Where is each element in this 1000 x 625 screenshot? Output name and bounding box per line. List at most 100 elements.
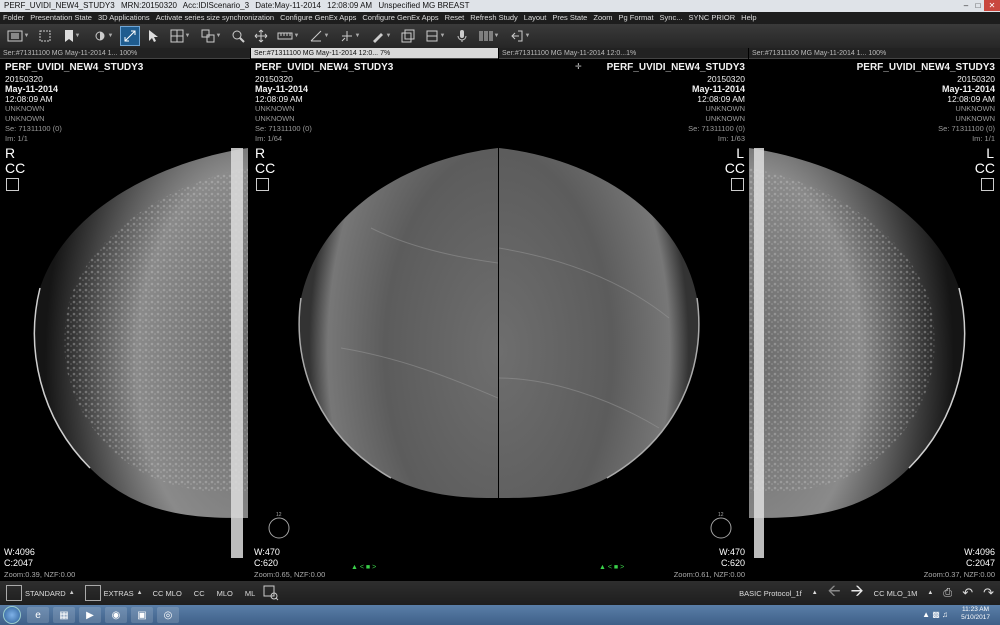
menu-presentation-state[interactable]: Presentation State <box>30 12 92 24</box>
zoom-readout: Zoom:0.39, NZF:0.00 <box>4 570 76 579</box>
window-width: W:470 <box>719 547 745 557</box>
microphone-icon[interactable] <box>452 26 472 46</box>
cc-button[interactable]: CC <box>194 589 205 598</box>
ge-icon[interactable]: ◎ <box>157 607 179 623</box>
select-area-icon[interactable] <box>35 26 55 46</box>
pan-icon[interactable] <box>251 26 271 46</box>
viewport-2[interactable]: Ser:#71311100 MG May-11-2014 12:0... 7% … <box>251 48 498 581</box>
close-icon[interactable]: ✕ <box>984 0 1000 11</box>
menu-refresh-study[interactable]: Refresh Study <box>470 12 518 24</box>
window-title-bar: PERF_UVIDI_NEW4_STUDY3 MRN:20150320 Acc:… <box>0 0 1000 12</box>
chrome-icon[interactable]: ◉ <box>105 607 127 623</box>
pointer-icon[interactable] <box>143 26 163 46</box>
slice-navigator-icon[interactable]: ▲ < ■ > <box>599 564 624 571</box>
view-label: CC <box>255 160 276 176</box>
maximize-icon[interactable]: □ <box>972 0 984 11</box>
menu-3d-applications[interactable]: 3D Applications <box>98 12 150 24</box>
info-line-1: UNKNOWN <box>955 104 995 113</box>
cc-mlo-button[interactable]: CC MLO <box>153 589 182 598</box>
mlo-button[interactable]: MLO <box>217 589 233 598</box>
extras-layout-button[interactable]: EXTRAS ▲ <box>84 585 143 601</box>
next-step-icon[interactable]: 🡪 <box>851 580 864 607</box>
redo-icon[interactable]: ↷ <box>983 585 994 601</box>
hanging-select[interactable]: CC MLO_1M <box>874 589 918 598</box>
viewport-4[interactable]: Ser:#71311100 MG May-11-2014 1... 100% P… <box>749 48 1000 581</box>
layout-search-icon[interactable] <box>263 585 279 601</box>
media-player-icon[interactable]: ▶ <box>79 607 101 623</box>
folder-icon[interactable]: ▦ <box>53 607 75 623</box>
window-center: C:2047 <box>4 558 34 568</box>
previous-step-icon[interactable]: 🡨 <box>828 580 841 607</box>
standard-label: STANDARD <box>25 588 66 598</box>
viewport-3[interactable]: Ser:#71311100 MG May-11-2014 12:0...1% 1… <box>499 48 748 581</box>
menu-configure-genex-2[interactable]: Configure GenEx Apps <box>362 12 438 24</box>
marker-box <box>256 178 269 191</box>
film-icon[interactable]: ▼ <box>4 26 32 46</box>
window-width: W:4096 <box>4 547 35 557</box>
patient-info: PERF_UVIDI_NEW4_STUDY3 20150320 May-11-2… <box>607 62 745 144</box>
ml-button[interactable]: ML <box>245 589 255 598</box>
marker-box <box>981 178 994 191</box>
layers-icon[interactable]: ▼ <box>421 26 449 46</box>
info-line-2: UNKNOWN <box>955 114 995 123</box>
menu-layout[interactable]: Layout <box>524 12 547 24</box>
title-accession: Acc:IDIScenario_3 <box>182 1 250 10</box>
cursor-icon: ✛ <box>575 62 582 71</box>
print-icon[interactable]: ⎙ <box>943 587 952 600</box>
study-date: May-11-2014 <box>5 84 59 94</box>
bookmark-icon[interactable]: ▼ <box>58 26 86 46</box>
title-date: Date:May-11-2014 <box>255 1 321 10</box>
annotation-icon[interactable]: ▼ <box>367 26 395 46</box>
menu-sync-prior[interactable]: SYNC PRIOR <box>688 12 735 24</box>
menu-zoom[interactable]: Zoom <box>593 12 612 24</box>
menu-activate-series-sync[interactable]: Activate series size synchronization <box>156 12 274 24</box>
menu-pg-format[interactable]: Pg Format <box>619 12 654 24</box>
layout-icon[interactable]: ▼ <box>197 26 225 46</box>
patient-info: PERF_UVIDI_NEW4_STUDY3 20150320 May-11-2… <box>5 62 143 144</box>
patient-name: PERF_UVIDI_NEW4_STUDY3 <box>255 62 394 73</box>
start-button[interactable] <box>3 606 21 624</box>
axis-icon[interactable]: ▼ <box>336 26 364 46</box>
protocol-select[interactable]: BASIC Protocol_1f <box>739 589 802 598</box>
menu-configure-genex-1[interactable]: Configure GenEx Apps <box>280 12 356 24</box>
app-icon[interactable]: ▣ <box>131 607 153 623</box>
study-date: May-11-2014 <box>691 84 745 94</box>
minimize-icon[interactable]: – <box>960 0 972 11</box>
barcode-icon[interactable]: ▼ <box>475 26 503 46</box>
marker-box <box>6 178 19 191</box>
menu-sync[interactable]: Sync... <box>660 12 683 24</box>
title-time: 12:08:09 AM <box>327 1 373 10</box>
magnify-toggle-icon[interactable] <box>120 26 140 46</box>
stack-icon[interactable] <box>398 26 418 46</box>
menu-pres-state[interactable]: Pres State <box>552 12 587 24</box>
study-date: May-11-2014 <box>941 84 995 94</box>
viewport-1[interactable]: Ser:#71311100 MG May-11-2014 1... 100% P… <box>0 48 250 581</box>
window-width: W:4096 <box>964 547 995 557</box>
study-date: May-11-2014 <box>255 84 309 94</box>
angle-icon[interactable]: ▼ <box>305 26 333 46</box>
tray-icons[interactable]: ▲ ▩ ♫ <box>922 610 948 619</box>
menu-reset[interactable]: Reset <box>445 12 465 24</box>
menu-folder[interactable]: Folder <box>3 12 24 24</box>
protocol-dropdown-icon[interactable]: ▲ <box>812 590 818 596</box>
svg-text:12: 12 <box>276 512 282 518</box>
standard-layout-button[interactable]: STANDARD ▲ <box>6 585 75 601</box>
grid-icon[interactable]: ▼ <box>166 26 194 46</box>
hanging-protocol-bar: STANDARD ▲ EXTRAS ▲ CC MLO CC MLO ML BASIC… <box>0 581 1000 605</box>
hanging-dropdown-icon[interactable]: ▲ <box>927 590 933 596</box>
internet-explorer-icon[interactable]: e <box>27 607 49 623</box>
exit-icon[interactable]: ▼ <box>506 26 534 46</box>
patient-name: PERF_UVIDI_NEW4_STUDY3 <box>856 62 995 73</box>
os-taskbar: e ▦ ▶ ◉ ▣ ◎ ▲ ▩ ♫ 11:23 AM 5/10/2017 <box>0 605 1000 625</box>
patient-mrn: 20150320 <box>957 74 995 84</box>
brightness-icon[interactable]: ▼ <box>89 26 117 46</box>
ruler-icon[interactable]: ▼ <box>274 26 302 46</box>
system-clock[interactable]: 11:23 AM 5/10/2017 <box>961 606 990 622</box>
menu-help[interactable]: Help <box>741 12 756 24</box>
zoom-icon[interactable] <box>228 26 248 46</box>
study-time: 12:08:09 AM <box>255 94 303 104</box>
undo-icon[interactable]: ↶ <box>962 585 973 601</box>
slice-navigator-icon[interactable]: ▲ < ■ > <box>351 564 376 571</box>
laterality-label: R <box>5 145 16 161</box>
title-patient: PERF_UVIDI_NEW4_STUDY3 <box>4 1 115 10</box>
